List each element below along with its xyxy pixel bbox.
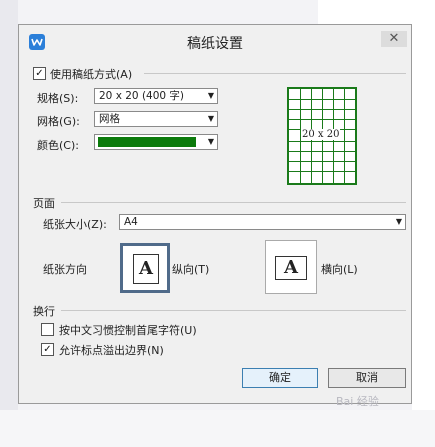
cancel-button[interactable]: 取消 bbox=[328, 368, 406, 388]
punctuation-overflow-label: 允许标点溢出边界(N) bbox=[59, 344, 164, 357]
close-icon: ✕ bbox=[388, 31, 400, 46]
spec-value: 20 x 20 (400 字) bbox=[99, 90, 185, 102]
paper-settings-dialog: 稿纸设置 ✕ ✓ 使用稿纸方式(A) 规格(S): 20 x 20 (400 字… bbox=[18, 24, 412, 404]
paper-preview: 20 x 20 bbox=[287, 87, 357, 185]
cjk-line-break-label: 按中文习惯控制首尾字符(U) bbox=[59, 324, 197, 337]
grid-label: 网格(G): bbox=[37, 115, 80, 128]
background-bottom bbox=[0, 410, 435, 447]
watermark: Bai 经验 bbox=[336, 395, 379, 408]
portrait-label[interactable]: 纵向(T) bbox=[172, 261, 209, 277]
line-break-section-label: 换行 bbox=[33, 305, 55, 318]
portrait-page-icon: A bbox=[133, 254, 159, 284]
preview-text: 20 x 20 bbox=[301, 129, 341, 140]
separator bbox=[144, 73, 406, 74]
ok-button[interactable]: 确定 bbox=[242, 368, 318, 388]
background-left bbox=[0, 0, 18, 447]
page-section-label: 页面 bbox=[33, 197, 55, 210]
paper-size-label: 纸张大小(Z): bbox=[43, 218, 107, 231]
chevron-down-icon: ▼ bbox=[395, 217, 402, 226]
grid-value: 网格 bbox=[99, 113, 120, 125]
color-label: 颜色(C): bbox=[37, 139, 79, 152]
spec-label: 规格(S): bbox=[37, 92, 79, 105]
portrait-option[interactable]: A bbox=[120, 243, 170, 293]
landscape-option[interactable]: A bbox=[265, 240, 317, 294]
separator bbox=[61, 310, 406, 311]
chevron-down-icon: ▼ bbox=[207, 91, 214, 100]
checkmark-icon: ✓ bbox=[35, 68, 44, 79]
landscape-page-icon: A bbox=[275, 256, 307, 280]
paper-size-select[interactable]: A4 ▼ bbox=[119, 214, 406, 230]
title-bar: 稿纸设置 ✕ bbox=[19, 25, 411, 55]
grid-select[interactable]: 网格 ▼ bbox=[94, 111, 218, 127]
background-right bbox=[412, 0, 435, 447]
color-swatch bbox=[98, 137, 196, 147]
orientation-label: 纸张方向 bbox=[43, 263, 87, 276]
spec-select[interactable]: 20 x 20 (400 字) ▼ bbox=[94, 88, 218, 104]
punctuation-overflow-checkbox[interactable]: ✓ bbox=[41, 343, 54, 356]
use-paper-label: 使用稿纸方式(A) bbox=[50, 68, 133, 81]
dialog-title: 稿纸设置 bbox=[187, 36, 243, 52]
page-icon-letter: A bbox=[139, 258, 153, 279]
preview-grid-line bbox=[344, 89, 345, 183]
close-button[interactable]: ✕ bbox=[381, 31, 407, 47]
landscape-label[interactable]: 横向(L) bbox=[321, 261, 358, 277]
chevron-down-icon: ▼ bbox=[207, 137, 214, 146]
separator bbox=[61, 202, 406, 203]
paper-size-value: A4 bbox=[124, 216, 138, 228]
chevron-down-icon: ▼ bbox=[207, 114, 214, 123]
color-select[interactable]: ▼ bbox=[94, 134, 218, 150]
use-paper-checkbox[interactable]: ✓ bbox=[33, 67, 46, 80]
checkmark-icon: ✓ bbox=[43, 344, 52, 355]
cjk-line-break-checkbox[interactable] bbox=[41, 323, 54, 336]
page-icon-letter: A bbox=[284, 257, 298, 278]
